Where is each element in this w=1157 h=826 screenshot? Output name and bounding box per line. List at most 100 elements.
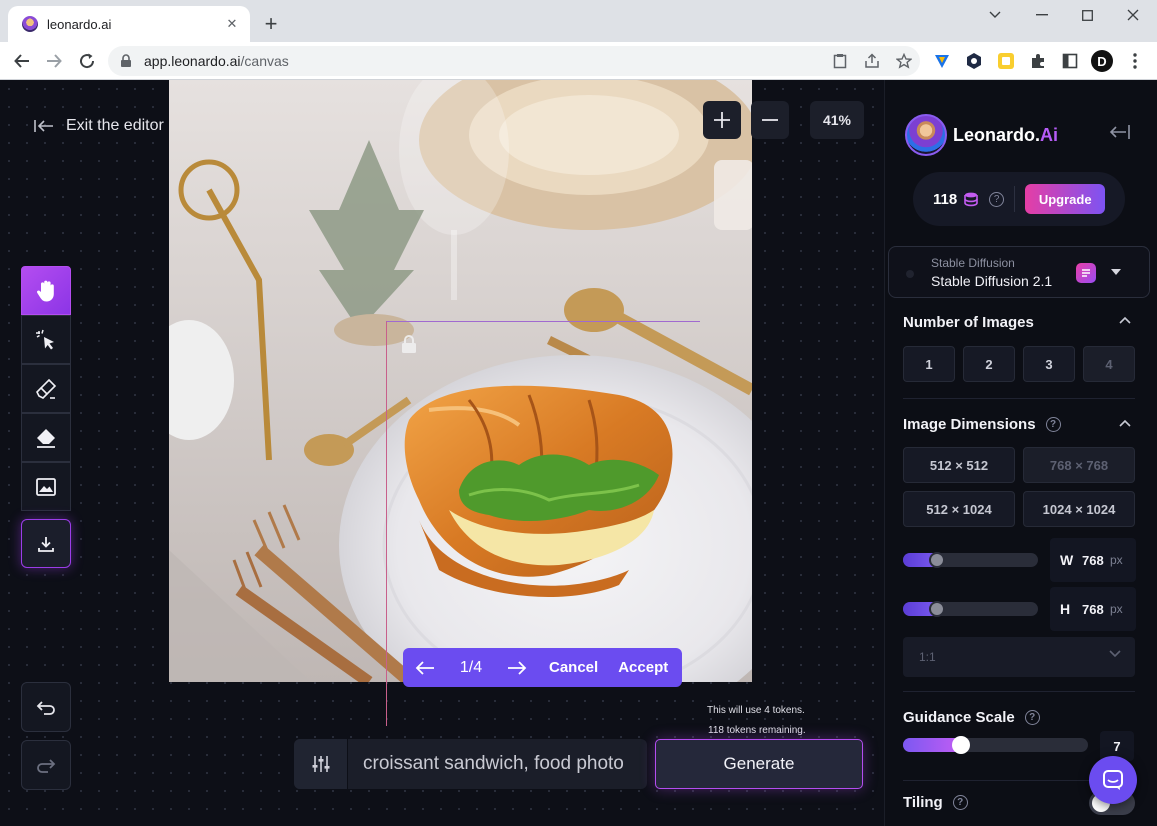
height-value[interactable]: 768: [1082, 602, 1110, 617]
images-count-4[interactable]: 4: [1083, 346, 1135, 382]
address-bar[interactable]: app.leonardo.ai/canvas: [108, 46, 920, 76]
model-name: Stable Diffusion 2.1: [931, 273, 1053, 289]
next-result-button[interactable]: [495, 660, 539, 675]
images-count-3[interactable]: 3: [1023, 346, 1075, 382]
image-upload-tool-button[interactable]: [21, 462, 71, 511]
help-icon[interactable]: ?: [1024, 710, 1040, 725]
new-tab-button[interactable]: +: [260, 13, 282, 35]
canvas-area[interactable]: Exit the editor 41% 1/4 Cancel Accept Th…: [0, 80, 884, 826]
tiling-title: Tiling ?: [903, 794, 968, 811]
sliders-icon: [312, 756, 329, 772]
generate-button[interactable]: Generate: [655, 739, 863, 789]
width-value[interactable]: 768: [1082, 553, 1110, 568]
model-selector[interactable]: Stable Diffusion Stable Diffusion 2.1: [888, 246, 1150, 298]
height-label: H: [1060, 601, 1071, 617]
model-family: Stable Diffusion: [931, 256, 1015, 270]
lock-icon[interactable]: [399, 334, 419, 354]
reload-button[interactable]: [75, 49, 99, 73]
download-button[interactable]: [21, 519, 71, 568]
chevron-up-icon[interactable]: [1119, 316, 1131, 324]
previous-result-button[interactable]: [403, 660, 447, 675]
url-text: app.leonardo.ai/canvas: [144, 53, 824, 69]
extensions-puzzle-icon[interactable]: [1027, 50, 1049, 72]
zoom-out-button[interactable]: [751, 101, 789, 139]
settings-sidebar: Leonardo.Ai 118 ? Upgrade Stable Diffusi…: [884, 80, 1157, 826]
eraser-icon: [37, 428, 55, 448]
extension-note-icon[interactable]: [995, 50, 1017, 72]
leonardo-canvas-app: Exit the editor 41% 1/4 Cancel Accept Th…: [0, 80, 1157, 826]
dimension-512x1024[interactable]: 512 × 1024: [903, 491, 1015, 527]
dimension-512x512[interactable]: 512 × 512: [903, 447, 1015, 483]
tab-search-icon[interactable]: [980, 4, 1010, 26]
tab-strip: leonardo.ai ✕ +: [0, 0, 1157, 42]
profile-avatar[interactable]: D: [1091, 50, 1113, 72]
help-icon[interactable]: ?: [1045, 417, 1061, 432]
aspect-ratio-value: 1:1: [919, 650, 936, 664]
plus-icon: [714, 112, 730, 128]
undo-button[interactable]: [21, 682, 71, 732]
dimension-1024x1024[interactable]: 1024 × 1024: [1023, 491, 1135, 527]
exit-editor-label: Exit the editor: [66, 117, 164, 134]
select-tool-button[interactable]: [21, 315, 71, 364]
extension-vpn-icon[interactable]: [931, 50, 953, 72]
accept-button[interactable]: Accept: [608, 659, 678, 676]
share-icon[interactable]: [856, 46, 888, 76]
height-slider[interactable]: [903, 601, 1038, 617]
zoom-in-button[interactable]: [703, 101, 741, 139]
lock-icon: [120, 54, 134, 68]
images-count-1[interactable]: 1: [903, 346, 955, 382]
redo-button[interactable]: [21, 740, 71, 790]
guidance-scale-thumb[interactable]: [952, 736, 970, 754]
clipboard-icon[interactable]: [824, 46, 856, 76]
tiling-label: Tiling: [903, 794, 943, 811]
leonardo-logo-icon: [905, 114, 947, 156]
pill-divider: [1014, 186, 1016, 212]
prompt-input[interactable]: croissant sandwich, food photo: [348, 753, 624, 775]
upgrade-button[interactable]: Upgrade: [1025, 184, 1106, 214]
back-button[interactable]: [10, 49, 34, 73]
support-chat-button[interactable]: [1089, 756, 1137, 804]
number-of-images-title: Number of Images: [903, 314, 1034, 331]
collapse-sidebar-icon[interactable]: [1109, 124, 1131, 140]
help-icon[interactable]: ?: [989, 191, 1005, 207]
width-slider[interactable]: [903, 552, 1038, 568]
cancel-button[interactable]: Cancel: [539, 659, 608, 676]
close-window-button[interactable]: [1118, 4, 1148, 26]
help-icon[interactable]: ?: [952, 795, 968, 810]
side-panel-icon[interactable]: [1059, 50, 1081, 72]
aspect-ratio-select[interactable]: 1:1: [903, 637, 1135, 677]
paint-brush-icon: [36, 378, 57, 399]
redo-icon: [37, 759, 56, 773]
close-tab-icon[interactable]: ✕: [224, 16, 240, 32]
pan-tool-button[interactable]: [21, 266, 71, 315]
width-field[interactable]: W 768 px: [1050, 538, 1136, 582]
prompt-settings-button[interactable]: [294, 739, 348, 789]
browser-tab[interactable]: leonardo.ai ✕: [8, 6, 250, 42]
browser-chrome: leonardo.ai ✕ + app.leonardo.ai/canvas D: [0, 0, 1157, 80]
images-count-2[interactable]: 2: [963, 346, 1015, 382]
extension-shield-icon[interactable]: [963, 50, 985, 72]
token-balance: 118 ? Upgrade: [913, 172, 1125, 226]
exit-editor-button[interactable]: Exit the editor: [34, 117, 164, 135]
paint-tool-button[interactable]: [21, 364, 71, 413]
model-status-dot: [906, 270, 914, 278]
dimension-768x768[interactable]: 768 × 768: [1023, 447, 1135, 483]
height-field[interactable]: H 768 px: [1050, 587, 1136, 631]
bookmark-star-icon[interactable]: [888, 46, 920, 76]
download-icon: [38, 536, 54, 552]
width-label: W: [1060, 552, 1074, 568]
prompt-bar: croissant sandwich, food photo: [294, 739, 647, 789]
section-divider: [903, 398, 1135, 399]
height-slider-thumb[interactable]: [929, 601, 945, 617]
zoom-level[interactable]: 41%: [810, 101, 864, 139]
forward-button[interactable]: [42, 49, 66, 73]
browser-menu-icon[interactable]: [1124, 50, 1146, 72]
eraser-tool-button[interactable]: [21, 413, 71, 462]
guidance-scale-slider[interactable]: [903, 736, 1088, 754]
tokens-remaining-note: 118 tokens remaining.: [708, 725, 806, 736]
width-slider-thumb[interactable]: [929, 552, 945, 568]
maximize-button[interactable]: [1072, 4, 1102, 26]
image-dimensions-label: Image Dimensions: [903, 416, 1036, 433]
minimize-button[interactable]: [1027, 4, 1057, 26]
chevron-up-icon[interactable]: [1119, 419, 1131, 427]
